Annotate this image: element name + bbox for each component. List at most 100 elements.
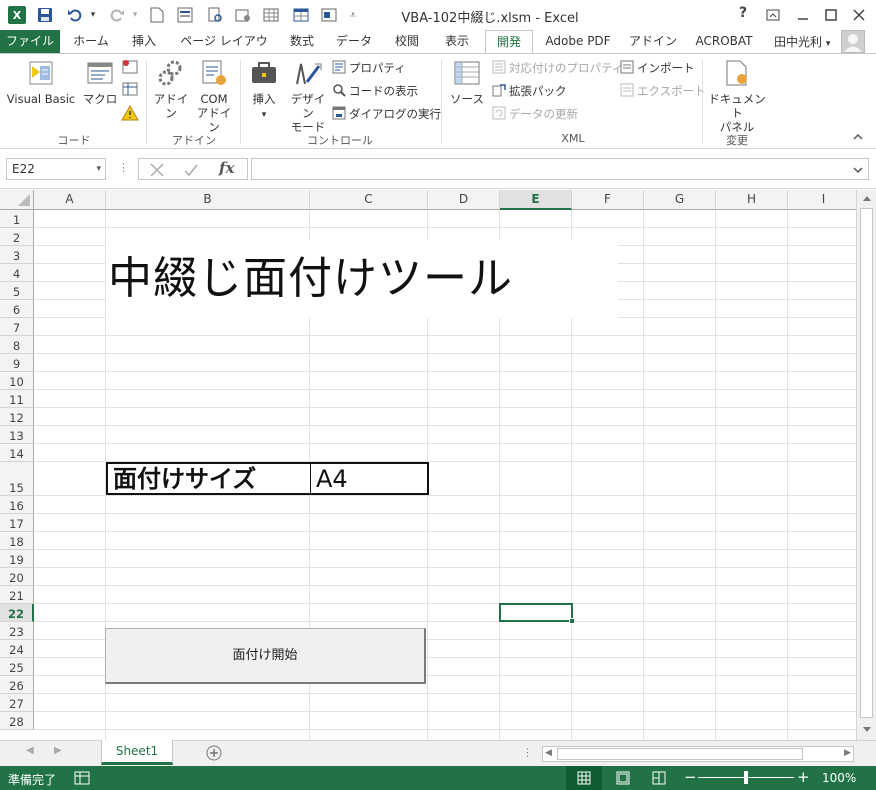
column-header-f[interactable]: F	[572, 190, 644, 210]
form-icon[interactable]	[176, 6, 194, 24]
macro-button[interactable]: マクロ	[80, 58, 120, 106]
tab-formulas[interactable]: 数式	[280, 30, 324, 53]
tab-home[interactable]: ホーム	[66, 30, 116, 53]
scroll-down-icon[interactable]	[862, 726, 872, 734]
scroll-up-icon[interactable]	[862, 194, 872, 202]
row-header-3[interactable]: 3	[0, 246, 34, 264]
zoom-level[interactable]: 100%	[822, 771, 856, 785]
macro-record-icon[interactable]	[74, 771, 90, 785]
column-header-h[interactable]: H	[716, 190, 788, 210]
row-header-14[interactable]: 14	[0, 444, 34, 462]
row-header-5[interactable]: 5	[0, 282, 34, 300]
row-header-10[interactable]: 10	[0, 372, 34, 390]
table-icon[interactable]	[292, 6, 310, 24]
minimize-icon[interactable]	[791, 5, 815, 25]
tab-split-grip-icon[interactable]: ⋮	[522, 746, 533, 759]
xml-import-button[interactable]: インポート	[620, 58, 695, 78]
collapse-ribbon-icon[interactable]	[852, 132, 864, 145]
relative-reference-icon[interactable]	[121, 80, 139, 100]
sheet-icon[interactable]	[262, 6, 280, 24]
new-sheet-icon[interactable]	[206, 745, 222, 761]
confirm-entry-icon[interactable]	[183, 162, 199, 178]
zoom-slider[interactable]	[698, 771, 794, 784]
row-header-2[interactable]: 2	[0, 228, 34, 246]
undo-dropdown-icon[interactable]: ▾	[84, 6, 102, 24]
row-header-6[interactable]: 6	[0, 300, 34, 318]
formula-input[interactable]	[251, 158, 869, 180]
scroll-sheets-left-icon[interactable]: ◀	[26, 745, 34, 756]
properties-button[interactable]: プロパティ	[332, 58, 406, 78]
row-header-13[interactable]: 13	[0, 426, 34, 444]
redo-dropdown-icon[interactable]: ▾	[126, 6, 144, 24]
run-dialog-button[interactable]: ダイアログの実行	[332, 104, 441, 124]
tab-adobe-pdf[interactable]: Adobe PDF	[540, 30, 616, 53]
horizontal-scroll-thumb[interactable]	[557, 748, 803, 760]
row-header-16[interactable]: 16	[0, 496, 34, 514]
normal-view-button[interactable]	[566, 766, 602, 790]
row-header-4[interactable]: 4	[0, 264, 34, 282]
tab-addins[interactable]: アドイン	[624, 30, 682, 53]
view-code-button[interactable]: コードの表示	[332, 81, 418, 101]
redo-icon[interactable]	[108, 6, 126, 24]
expand-formula-bar-icon[interactable]	[852, 165, 864, 175]
save-icon[interactable]	[36, 6, 54, 24]
macro-security-warning-icon[interactable]	[121, 104, 139, 124]
column-header-g[interactable]: G	[644, 190, 716, 210]
row-header-19[interactable]: 19	[0, 550, 34, 568]
tab-view[interactable]: 表示	[436, 30, 478, 53]
row-header-22[interactable]: 22	[0, 604, 34, 622]
ribbon-display-options-icon[interactable]	[761, 5, 785, 25]
row-header-23[interactable]: 23	[0, 622, 34, 640]
user-account[interactable]: 田中光利 ▾	[774, 33, 830, 50]
tab-review[interactable]: 校閲	[386, 30, 428, 53]
column-header-d[interactable]: D	[428, 190, 500, 210]
tab-developer[interactable]: 開発	[485, 30, 533, 54]
tab-insert[interactable]: 挿入	[122, 30, 166, 53]
design-mode-button[interactable]: デザイン モード	[286, 58, 330, 134]
close-icon[interactable]	[847, 5, 871, 25]
tab-data[interactable]: データ	[330, 30, 378, 53]
zoom-out-icon[interactable]: −	[684, 768, 697, 786]
row-header-20[interactable]: 20	[0, 568, 34, 586]
document-panel-button[interactable]: ドキュメント パネル	[706, 58, 768, 134]
cell-C15[interactable]: A4	[310, 462, 429, 495]
scroll-right-icon[interactable]: ▶	[844, 748, 851, 758]
fill-handle[interactable]	[569, 618, 575, 624]
page-layout-view-icon[interactable]	[616, 771, 630, 785]
column-header-c[interactable]: C	[310, 190, 428, 210]
insert-control-button[interactable]: 挿入 ▾	[244, 58, 284, 122]
zoom-slider-thumb[interactable]	[744, 771, 748, 784]
scroll-left-icon[interactable]: ◀	[545, 748, 552, 758]
excel-logo-icon[interactable]: X	[8, 6, 26, 24]
print-preview-icon[interactable]	[206, 6, 224, 24]
avatar[interactable]	[841, 30, 865, 53]
column-header-i[interactable]: I	[788, 190, 856, 210]
record-macro-icon[interactable]	[121, 58, 139, 78]
horizontal-scrollbar[interactable]: ◀ ▶	[542, 746, 854, 762]
com-addins-button[interactable]: COM アドイン	[192, 58, 236, 134]
refresh-data-button[interactable]: データの更新	[492, 104, 578, 124]
maximize-icon[interactable]	[819, 5, 843, 25]
row-header-27[interactable]: 27	[0, 694, 34, 712]
zoom-in-icon[interactable]: +	[797, 768, 810, 786]
vertical-scrollbar[interactable]	[856, 190, 876, 740]
vertical-scroll-thumb[interactable]	[860, 208, 873, 718]
start-imposition-button[interactable]: 面付け開始	[105, 628, 426, 684]
selected-cell-E22[interactable]	[499, 603, 573, 622]
column-header-b[interactable]: B	[106, 190, 310, 210]
row-header-18[interactable]: 18	[0, 532, 34, 550]
row-header-7[interactable]: 7	[0, 318, 34, 336]
insert-function-icon[interactable]: fx	[219, 159, 234, 177]
row-header-26[interactable]: 26	[0, 676, 34, 694]
column-header-a[interactable]: A	[34, 190, 106, 210]
column-header-e[interactable]: E	[500, 190, 572, 210]
row-header-21[interactable]: 21	[0, 586, 34, 604]
tab-acrobat[interactable]: ACROBAT	[688, 30, 760, 53]
row-header-25[interactable]: 25	[0, 658, 34, 676]
undo-icon[interactable]	[66, 6, 84, 24]
chevron-down-icon[interactable]: ▾	[96, 159, 101, 179]
row-header-15[interactable]: 15	[0, 462, 34, 496]
name-box[interactable]: E22 ▾	[6, 158, 106, 180]
row-header-1[interactable]: 1	[0, 210, 34, 228]
tab-file[interactable]: ファイル	[0, 30, 60, 53]
